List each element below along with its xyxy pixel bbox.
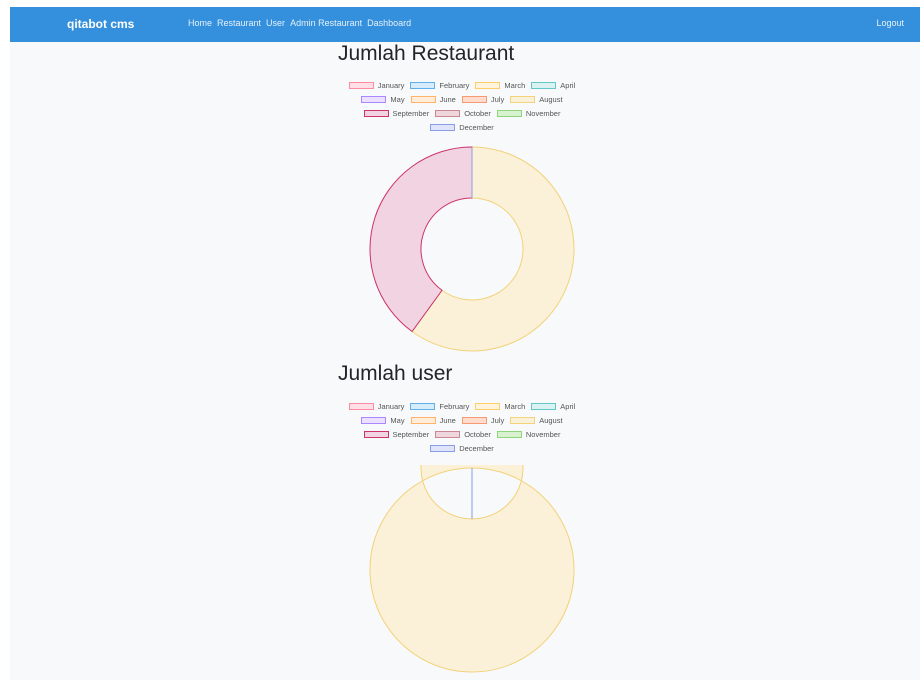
logout-link[interactable]: Logout: [876, 18, 904, 28]
page: qitabot cms Home Restaurant User Admin R…: [10, 7, 920, 680]
legend-swatch: [531, 402, 557, 410]
legend-swatch: [435, 109, 461, 117]
legend-item-may[interactable]: May: [361, 94, 405, 104]
legend-item-july[interactable]: July: [461, 94, 505, 104]
legend-item-june[interactable]: June: [410, 94, 456, 104]
legend-item-june[interactable]: June: [410, 415, 456, 425]
navbar: qitabot cms Home Restaurant User Admin R…: [10, 7, 920, 42]
legend-swatch: [430, 123, 456, 131]
nav-dashboard[interactable]: Dashboard: [367, 18, 411, 28]
legend-swatch: [475, 81, 501, 89]
legend-label: October: [464, 108, 491, 118]
restaurant-chart-legend: January February March April May June July Augu…: [0, 78, 920, 134]
nav-links: Home Restaurant User Admin Restaurant Da…: [188, 18, 411, 28]
legend-label: August: [539, 415, 563, 425]
legend-swatch: [410, 416, 436, 424]
legend-label: March: [504, 80, 526, 90]
legend-label: August: [539, 94, 563, 104]
legend-swatch: [361, 95, 387, 103]
nav-admin-restaurant[interactable]: Admin Restaurant: [290, 18, 362, 28]
legend-swatch: [363, 430, 389, 438]
restaurant-donut-chart: [369, 146, 575, 352]
legend-item-march[interactable]: March: [475, 402, 525, 411]
legend-swatch: [510, 416, 536, 424]
legend-row: December: [0, 441, 920, 455]
legend-item-november[interactable]: November: [496, 108, 561, 118]
legend-item-february[interactable]: February: [410, 81, 469, 90]
legend-label: January: [377, 401, 405, 411]
legend-item-october[interactable]: October: [435, 430, 491, 439]
nav-user[interactable]: User: [266, 18, 285, 28]
legend-swatch: [496, 430, 522, 438]
legend-swatch: [461, 416, 487, 424]
user-donut-chart: [369, 465, 575, 673]
nav-home[interactable]: Home: [188, 18, 212, 28]
legend-label: May: [390, 94, 405, 104]
legend-label: April: [560, 80, 576, 90]
legend-label: October: [464, 429, 491, 439]
legend-swatch: [348, 81, 374, 89]
legend-label: May: [390, 415, 405, 425]
legend-label: November: [525, 108, 561, 118]
legend-item-october[interactable]: October: [435, 109, 491, 118]
legend-item-may[interactable]: May: [361, 415, 405, 425]
legend-label: June: [439, 94, 456, 104]
legend-item-april[interactable]: April: [531, 402, 575, 411]
legend-item-march[interactable]: March: [475, 81, 525, 90]
legend-row: May June July August: [0, 92, 920, 106]
legend-item-january[interactable]: January: [348, 80, 405, 90]
restaurant-chart-title: Jumlah Restaurant: [338, 42, 515, 65]
legend-item-january[interactable]: January: [348, 401, 405, 411]
legend-row: May June July August: [0, 413, 920, 427]
legend-label: February: [439, 401, 470, 411]
legend-swatch: [348, 402, 374, 410]
legend-label: January: [377, 80, 405, 90]
nav-restaurant[interactable]: Restaurant: [217, 18, 261, 28]
legend-row: January February March April: [0, 399, 920, 413]
legend-item-december[interactable]: December: [430, 444, 494, 453]
legend-label: November: [525, 429, 561, 439]
brand-link[interactable]: qitabot cms: [67, 17, 134, 31]
legend-row: September October November: [0, 106, 920, 120]
legend-label: February: [439, 80, 470, 90]
legend-swatch: [475, 402, 501, 410]
legend-item-july[interactable]: July: [461, 415, 505, 425]
legend-label: September: [392, 429, 430, 439]
legend-label: June: [439, 415, 456, 425]
legend-label: December: [459, 122, 494, 132]
legend-row: December: [0, 120, 920, 134]
legend-swatch: [510, 95, 536, 103]
legend-item-september[interactable]: September: [363, 429, 430, 439]
legend-item-august[interactable]: August: [510, 94, 563, 104]
legend-item-august[interactable]: August: [510, 415, 563, 425]
legend-item-april[interactable]: April: [531, 81, 575, 90]
legend-label: December: [459, 443, 494, 453]
legend-swatch: [410, 81, 436, 89]
legend-row: September October November: [0, 427, 920, 441]
legend-swatch: [461, 95, 487, 103]
legend-swatch: [410, 95, 436, 103]
user-chart-legend: January February March April May June July Augu…: [0, 399, 920, 455]
legend-swatch: [361, 416, 387, 424]
legend-swatch: [496, 109, 522, 117]
legend-swatch: [435, 430, 461, 438]
user-chart-title: Jumlah user: [338, 362, 453, 385]
legend-swatch: [363, 109, 389, 117]
legend-label: July: [490, 415, 505, 425]
legend-item-february[interactable]: February: [410, 402, 469, 411]
legend-swatch: [410, 402, 436, 410]
legend-label: March: [504, 401, 526, 411]
legend-label: September: [392, 108, 430, 118]
legend-label: July: [490, 94, 505, 104]
user-chart-section: Jumlah user January February March April May…: [10, 362, 920, 680]
legend-swatch: [430, 444, 456, 452]
legend-item-september[interactable]: September: [363, 108, 430, 118]
legend-item-november[interactable]: November: [496, 429, 561, 439]
legend-swatch: [531, 81, 557, 89]
legend-label: April: [560, 401, 576, 411]
legend-item-december[interactable]: December: [430, 123, 494, 132]
restaurant-chart-section: Jumlah Restaurant January February March Ap…: [10, 42, 920, 362]
legend-row: January February March April: [0, 78, 920, 92]
